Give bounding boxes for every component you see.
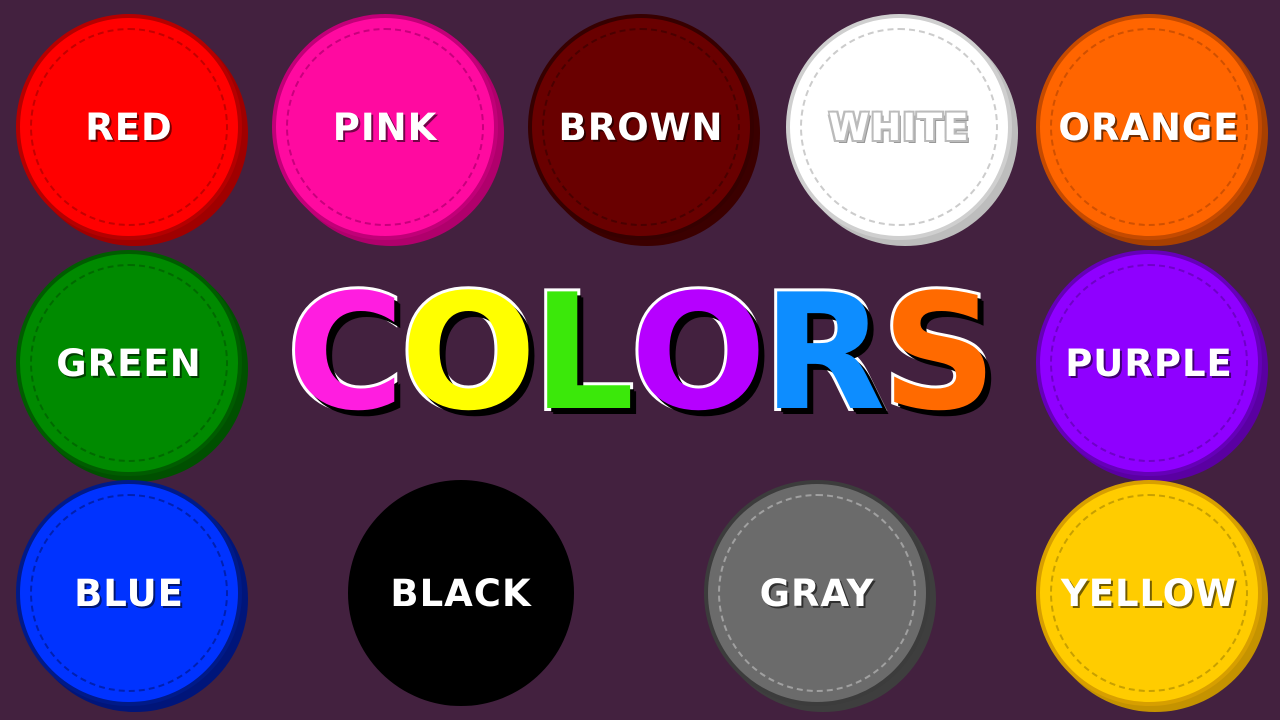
color-label: ORANGE (1058, 105, 1240, 149)
color-coin-pink[interactable]: PINK (272, 14, 504, 246)
colors-board: RED PINK BROWN WHITE ORANGE GREEN PURPLE… (0, 0, 1280, 720)
color-coin-gray[interactable]: GRAY (704, 480, 936, 712)
title-letter-s: S (879, 259, 1000, 446)
title-letter-o: O (397, 259, 539, 446)
color-label: PURPLE (1065, 341, 1233, 385)
color-label: BLACK (390, 571, 532, 615)
color-coin-purple[interactable]: PURPLE (1036, 250, 1268, 482)
color-label: RED (85, 105, 173, 149)
color-label: WHITE (828, 105, 970, 149)
color-label: BLUE (74, 571, 184, 615)
color-coin-yellow[interactable]: YELLOW (1036, 480, 1268, 712)
color-coin-white[interactable]: WHITE (786, 14, 1018, 246)
color-coin-blue[interactable]: BLUE (16, 480, 248, 712)
color-label: YELLOW (1060, 571, 1238, 615)
title-letter-l: L (530, 259, 638, 446)
color-coin-orange[interactable]: ORANGE (1036, 14, 1268, 246)
color-label: GREEN (56, 341, 202, 385)
title-letter-r: R (759, 259, 888, 446)
color-coin-brown[interactable]: BROWN (528, 14, 760, 246)
color-label: PINK (332, 105, 438, 149)
colors-title: C O L O R S (260, 268, 1020, 438)
title-letter-o: O (627, 259, 769, 446)
color-coin-red[interactable]: RED (16, 14, 248, 246)
color-label: GRAY (759, 571, 875, 615)
title-letter-c: C (284, 259, 407, 446)
color-coin-black[interactable]: BLACK (348, 480, 574, 706)
color-coin-green[interactable]: GREEN (16, 250, 248, 482)
color-label: BROWN (558, 105, 724, 149)
